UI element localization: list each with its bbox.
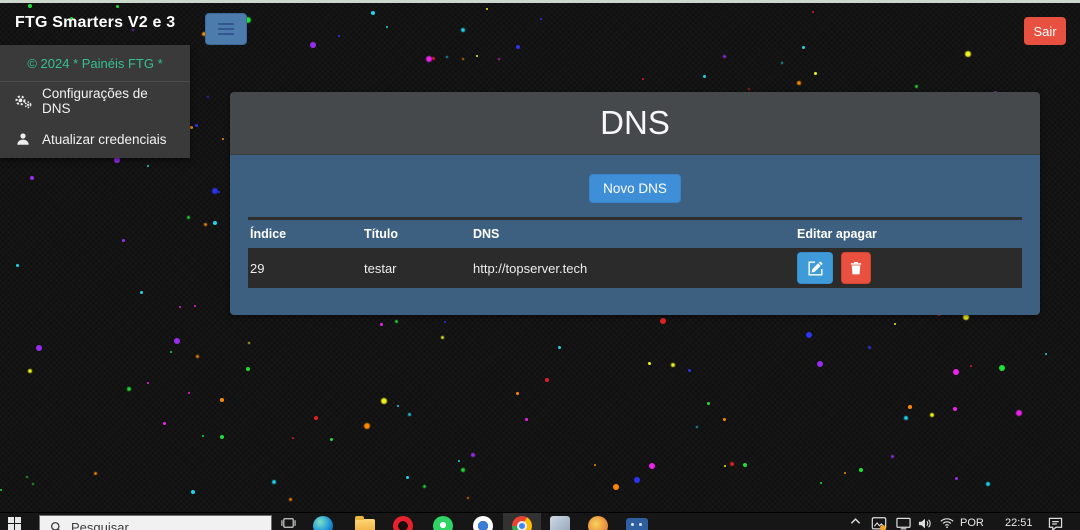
- search-icon: [50, 521, 63, 530]
- sidebar-toggle-button[interactable]: [205, 13, 247, 45]
- column-header-index: Índice: [250, 227, 364, 241]
- column-header-actions: Editar apagar: [797, 227, 1020, 241]
- remote-desktop-icon[interactable]: [626, 518, 648, 530]
- search-input[interactable]: [71, 520, 241, 530]
- top-strip: [0, 0, 1080, 3]
- clock[interactable]: 22:51: [1005, 517, 1033, 529]
- notification-badge: [880, 525, 886, 530]
- chevron-up-icon[interactable]: [850, 517, 861, 525]
- cell-actions: [797, 252, 1020, 284]
- sidebar-item-dns-config[interactable]: Configurações de DNS: [0, 82, 190, 120]
- edit-button[interactable]: [797, 252, 833, 284]
- opera-icon[interactable]: [393, 516, 413, 530]
- taskbar: POR 22:51: [0, 512, 1080, 530]
- desktop: FTG Smarters V2 e 3 Sair © 2024 * Painéi…: [0, 0, 1080, 530]
- task-view-icon[interactable]: [281, 516, 296, 530]
- sidebar-item-update-credentials[interactable]: Atualizar credenciais: [0, 120, 190, 158]
- column-header-title: Título: [364, 227, 473, 241]
- cell-title: testar: [364, 261, 473, 276]
- display-tray-icon[interactable]: [896, 517, 911, 530]
- wifi-icon[interactable]: [940, 517, 954, 529]
- language-indicator[interactable]: POR: [960, 517, 984, 529]
- brand-title: FTG Smarters V2 e 3: [15, 14, 175, 32]
- dns-panel: DNS Novo DNS Índice Título DNS Editar ap…: [230, 92, 1040, 315]
- anydesk-icon[interactable]: [473, 516, 493, 530]
- sidebar-item-label: Atualizar credenciais: [42, 132, 167, 147]
- gears-icon: [14, 94, 32, 109]
- photos-tray-icon[interactable]: [871, 517, 887, 530]
- sidebar-item-label: Configurações de DNS: [42, 86, 176, 116]
- notification-center-icon[interactable]: [1048, 517, 1063, 530]
- table-row: 29 testar http://topserver.tech: [248, 248, 1022, 288]
- logout-button[interactable]: Sair: [1024, 17, 1066, 45]
- cell-index: 29: [250, 261, 364, 276]
- edge-icon[interactable]: [313, 516, 333, 530]
- panel-title: DNS: [230, 92, 1040, 155]
- start-button[interactable]: [8, 517, 21, 530]
- volume-icon[interactable]: [918, 517, 932, 530]
- notes-app-icon[interactable]: [550, 516, 570, 530]
- panel-body: Novo DNS Índice Título DNS Editar apagar…: [230, 155, 1040, 315]
- delete-button[interactable]: [841, 252, 871, 284]
- table-header-row: Índice Título DNS Editar apagar: [248, 220, 1022, 248]
- file-explorer-icon[interactable]: [355, 519, 375, 530]
- sidebar: © 2024 * Painéis FTG * Configurações de …: [0, 45, 190, 158]
- copyright-text: © 2024 * Painéis FTG *: [0, 45, 190, 82]
- trash-icon: [850, 261, 862, 275]
- whatsapp-icon[interactable]: [433, 516, 453, 530]
- new-dns-button[interactable]: Novo DNS: [589, 174, 681, 203]
- column-header-dns: DNS: [473, 227, 797, 241]
- paint-icon[interactable]: [588, 516, 608, 530]
- taskbar-search[interactable]: [39, 515, 272, 530]
- user-icon: [14, 132, 32, 146]
- menu-icon: [218, 28, 234, 30]
- cell-dns: http://topserver.tech: [473, 261, 797, 276]
- chrome-icon[interactable]: [512, 516, 532, 530]
- dns-table: Índice Título DNS Editar apagar 29 testa…: [248, 217, 1022, 288]
- edit-icon: [808, 261, 823, 276]
